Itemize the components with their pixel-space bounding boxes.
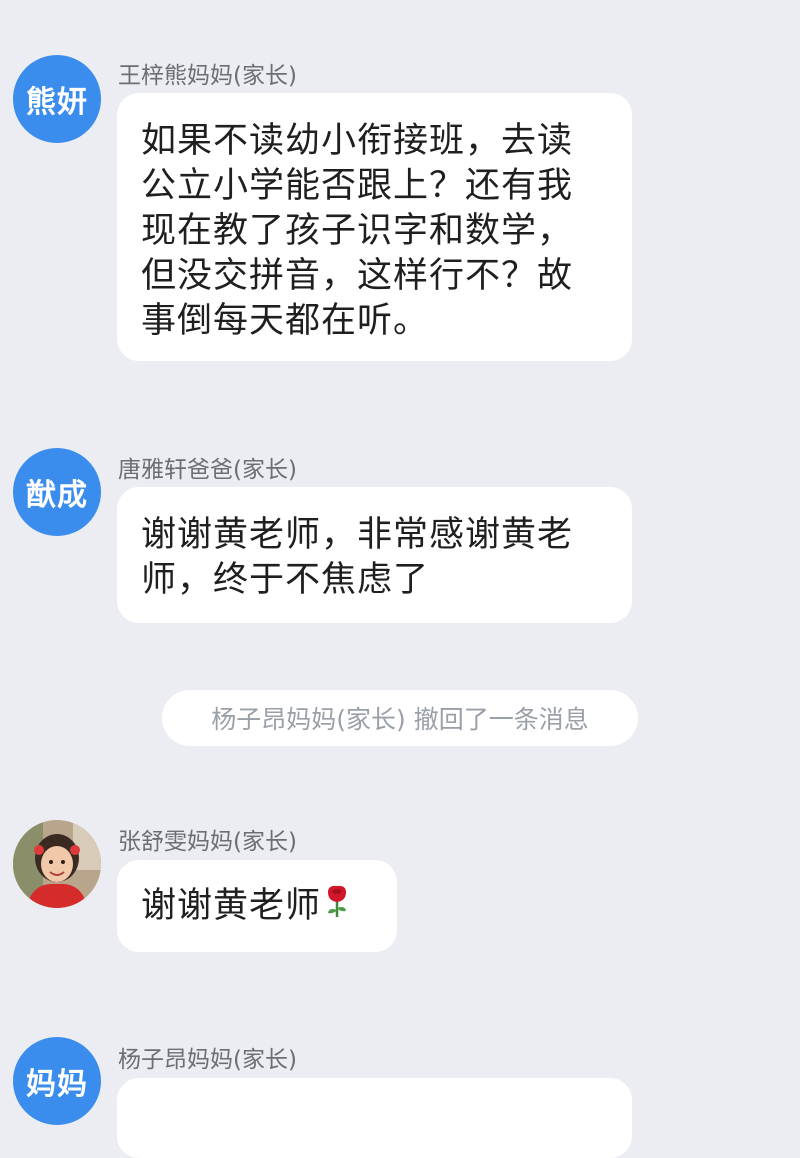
sender-name: 唐雅轩爸爸(家长): [118, 457, 297, 483]
sender-name: 张舒雯妈妈(家长): [118, 829, 297, 855]
message-bubble[interactable]: 谢谢黄老师: [117, 860, 397, 952]
message-bubble[interactable]: [117, 1078, 632, 1158]
avatar-text: 熊妍: [26, 85, 88, 120]
message-bubble[interactable]: 如果不读幼小衔接班，去读 公立小学能否跟上？还有我 现在教了孩子识字和数学， 但…: [117, 93, 632, 361]
message-line: 但没交拼音，这样行不？故: [141, 256, 574, 296]
child-photo-avatar[interactable]: [13, 820, 101, 908]
avatar[interactable]: 猷成: [13, 448, 101, 536]
message-line: 师，终于不焦虑了: [141, 560, 430, 600]
recall-notice: 杨子昂妈妈(家长) 撤回了一条消息: [162, 690, 638, 746]
avatar-text: 猷成: [26, 478, 88, 513]
avatar-text: 妈妈: [26, 1067, 88, 1102]
avatar[interactable]: 妈妈: [13, 1037, 101, 1125]
sender-name: 王梓熊妈妈(家长): [118, 63, 297, 89]
sender-name: 杨子昂妈妈(家长): [118, 1047, 297, 1073]
rose-icon: [323, 883, 351, 931]
message-text: 谢谢黄老师: [141, 886, 322, 926]
message-line: 事倒每天都在听。: [141, 301, 430, 341]
message-bubble[interactable]: 谢谢黄老师，非常感谢黄老 师，终于不焦虑了: [117, 487, 632, 623]
message-line: 公立小学能否跟上？还有我: [141, 166, 574, 206]
message-line: 现在教了孩子识字和数学，: [141, 211, 574, 251]
child-photo-icon: [13, 820, 101, 908]
avatar[interactable]: 熊妍: [13, 55, 101, 143]
message-line: 如果不读幼小衔接班，去读: [141, 121, 574, 161]
message-line: 谢谢黄老师，非常感谢黄老: [141, 515, 574, 555]
recall-notice-text: 杨子昂妈妈(家长) 撤回了一条消息: [211, 705, 589, 734]
